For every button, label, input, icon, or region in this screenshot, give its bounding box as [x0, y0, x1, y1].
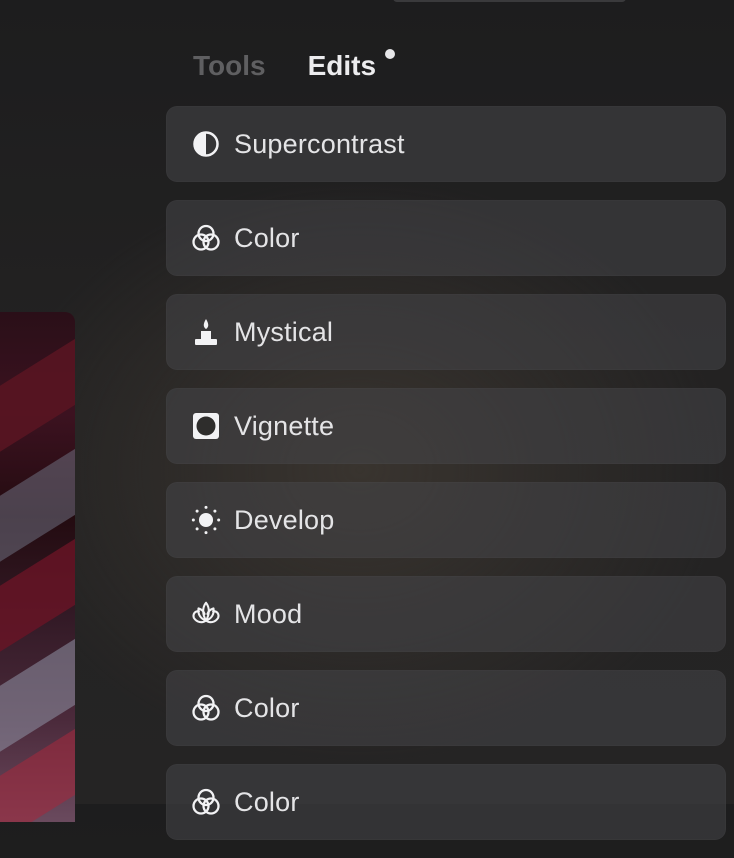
edit-item-label: Vignette: [234, 410, 335, 441]
edit-item-label: Color: [234, 786, 300, 817]
edit-item-color[interactable]: Color: [166, 670, 726, 746]
edit-item-label: Color: [234, 692, 300, 723]
edit-item-vignette[interactable]: Vignette: [166, 388, 726, 464]
contrast-icon: [191, 129, 221, 159]
edit-item-mood[interactable]: Mood: [166, 576, 726, 652]
sun-icon: [191, 505, 221, 535]
edit-item-color[interactable]: Color: [166, 764, 726, 840]
edits-list: Supercontrast Color Mystical Vignette De…: [166, 106, 726, 858]
tab-edits-label: Edits: [307, 50, 377, 81]
edit-item-label: Supercontrast: [234, 128, 405, 159]
edit-item-label: Color: [234, 222, 300, 253]
color-circles-icon: [191, 223, 221, 253]
edit-item-color[interactable]: Color: [166, 200, 726, 276]
candle-icon: [191, 317, 221, 347]
photo-canvas-area: [0, 0, 160, 822]
edit-item-develop[interactable]: Develop: [166, 482, 726, 558]
photo-stripe: [0, 328, 75, 472]
tab-tools[interactable]: Tools: [193, 48, 266, 84]
color-circles-icon: [191, 693, 221, 723]
edit-item-label: Develop: [234, 504, 335, 535]
tab-edits[interactable]: Edits: [307, 48, 396, 84]
vignette-icon: [191, 411, 221, 441]
edit-item-supercontrast[interactable]: Supercontrast: [166, 106, 726, 182]
panel-tabs: Tools Edits: [193, 48, 396, 84]
tab-tools-label: Tools: [193, 50, 266, 81]
edit-item-label: Mystical: [234, 316, 334, 347]
lotus-icon: [191, 599, 221, 629]
color-circles-icon: [191, 787, 221, 817]
edit-item-label: Mood: [234, 598, 303, 629]
edit-item-mystical[interactable]: Mystical: [166, 294, 726, 370]
photo-preview[interactable]: [0, 312, 75, 822]
panel-grabber-handle[interactable]: [393, 0, 626, 2]
edits-indicator-dot: [385, 49, 396, 59]
